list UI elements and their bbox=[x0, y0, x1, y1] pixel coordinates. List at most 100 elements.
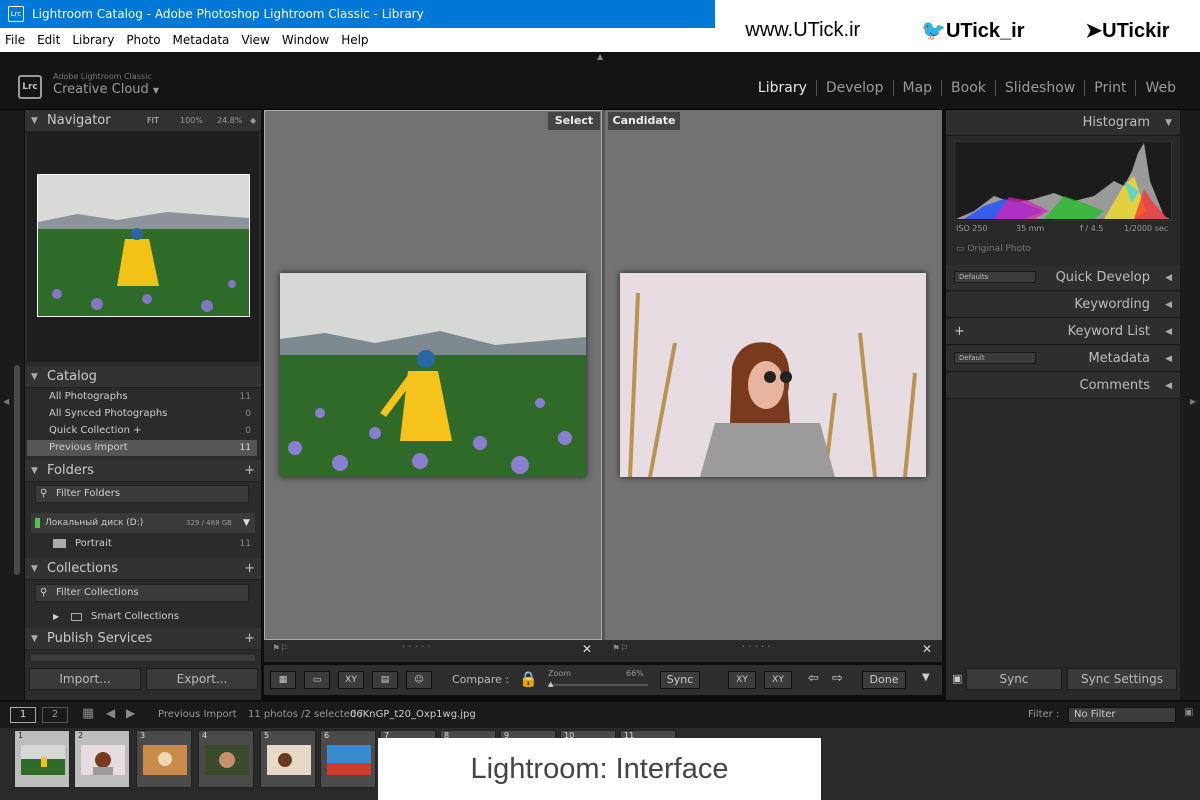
filmstrip-thumb[interactable]: 4 bbox=[198, 730, 254, 788]
expand-right-icon[interactable]: ▶ bbox=[1190, 397, 1196, 406]
filmstrip-thumb[interactable]: 2 bbox=[74, 730, 130, 788]
rating-dots[interactable]: · · · · · bbox=[402, 642, 431, 653]
smart-collections[interactable]: ▶ Smart Collections bbox=[27, 609, 257, 625]
candidate-photo[interactable] bbox=[620, 273, 926, 477]
keyword-list-header[interactable]: + Keyword List ◀ bbox=[946, 319, 1180, 345]
filmstrip-source[interactable]: Previous Import bbox=[158, 709, 237, 720]
people-view-icon[interactable]: ☺ bbox=[406, 671, 432, 689]
module-develop[interactable]: Develop bbox=[815, 80, 893, 96]
zoom-fit[interactable]: FIT bbox=[147, 110, 159, 132]
identity-cc[interactable]: Creative Cloud ▼ bbox=[53, 82, 159, 97]
menu-library[interactable]: Library bbox=[72, 33, 114, 47]
metadata-preset-select[interactable]: Default bbox=[954, 352, 1036, 364]
lock-icon[interactable]: 🔒 bbox=[519, 670, 538, 688]
publish-services-header[interactable]: ▼ Publish Services + bbox=[25, 628, 261, 650]
left-scrollbar[interactable] bbox=[14, 365, 20, 575]
loupe-view-icon[interactable]: ▭ bbox=[304, 671, 330, 689]
rating-dots[interactable]: · · · · · bbox=[742, 642, 771, 653]
lrc-logo: Lrc bbox=[18, 75, 42, 99]
forward-icon[interactable]: ▶ bbox=[126, 706, 135, 720]
add-publish-icon[interactable]: + bbox=[244, 628, 255, 650]
arrow-left-icon[interactable]: ⇦ bbox=[808, 671, 819, 686]
keywording-header[interactable]: Keywording ◀ bbox=[946, 292, 1180, 318]
toolbar-menu-icon[interactable]: ▼ bbox=[922, 672, 930, 683]
sync-settings-button[interactable]: Sync Settings bbox=[1067, 668, 1177, 690]
catalog-item-synced[interactable]: All Synced Photographs 0 bbox=[27, 406, 257, 422]
collapse-up-icon[interactable]: ▲ bbox=[597, 52, 603, 61]
top-panel-toggle[interactable]: ▲ bbox=[0, 52, 1200, 62]
grid-view-icon[interactable]: ▦ bbox=[270, 671, 296, 689]
catalog-item-all[interactable]: All Photographs 11 bbox=[27, 389, 257, 405]
catalog-item-previous-import[interactable]: Previous Import 11 bbox=[27, 440, 257, 456]
module-library[interactable]: Library bbox=[749, 80, 816, 96]
collapse-icon: ▼ bbox=[31, 634, 38, 644]
module-web[interactable]: Web bbox=[1135, 80, 1185, 96]
zoom-slider[interactable]: ▲ bbox=[548, 680, 648, 688]
done-button[interactable]: Done bbox=[862, 671, 906, 689]
zoom-dropdown-icon[interactable]: ◆ bbox=[250, 110, 256, 132]
back-icon[interactable]: ◀ bbox=[106, 706, 115, 720]
flag-icon[interactable]: ⚑⚐ bbox=[272, 644, 288, 654]
filmstrip-thumb[interactable]: 1 bbox=[14, 730, 70, 788]
menu-metadata[interactable]: Metadata bbox=[173, 33, 230, 47]
filter-folders-input[interactable]: ⚲ Filter Folders bbox=[35, 485, 249, 503]
swap-icon[interactable]: XY bbox=[728, 671, 756, 689]
preset-select[interactable]: Defaults bbox=[954, 271, 1036, 283]
module-print[interactable]: Print bbox=[1084, 80, 1135, 96]
catalog-header[interactable]: ▼ Catalog bbox=[25, 366, 261, 388]
menu-edit[interactable]: Edit bbox=[37, 33, 60, 47]
drive-row[interactable]: Локальный диск (D:) 329 / 488 GB ▼ bbox=[31, 513, 255, 533]
metadata-header[interactable]: Default Metadata ◀ bbox=[946, 346, 1180, 372]
add-folder-icon[interactable]: + bbox=[244, 460, 255, 482]
import-button[interactable]: Import... bbox=[29, 668, 141, 690]
folders-header[interactable]: ▼ Folders + bbox=[25, 460, 261, 482]
window-2-button[interactable]: 2 bbox=[42, 707, 68, 723]
add-keyword-icon[interactable]: + bbox=[954, 319, 965, 345]
zoom-248[interactable]: 24.8% bbox=[217, 110, 242, 132]
compare-view-icon[interactable]: XY bbox=[338, 671, 364, 689]
select-photo[interactable] bbox=[280, 273, 586, 477]
grid-icon[interactable]: ▦ bbox=[82, 706, 94, 721]
make-select-icon[interactable]: XY bbox=[764, 671, 792, 689]
navigator-preview-image[interactable] bbox=[37, 174, 250, 317]
drive-dropdown-icon[interactable]: ▼ bbox=[243, 513, 250, 533]
quick-develop-header[interactable]: Defaults Quick Develop ◀ bbox=[946, 265, 1180, 291]
menu-file[interactable]: File bbox=[5, 33, 25, 47]
close-select-icon[interactable]: ✕ bbox=[582, 642, 592, 656]
zoom-slider-handle[interactable]: ▲ bbox=[548, 680, 553, 688]
export-button[interactable]: Export... bbox=[146, 668, 258, 690]
window-1-button[interactable]: 1 bbox=[10, 707, 36, 723]
survey-view-icon[interactable]: ▤ bbox=[372, 671, 398, 689]
close-candidate-icon[interactable]: ✕ bbox=[922, 642, 932, 656]
filmstrip-filename[interactable]: 06KnGP_t20_Oxp1wg.jpg bbox=[350, 709, 476, 720]
collections-header[interactable]: ▼ Collections + bbox=[25, 558, 261, 580]
module-book[interactable]: Book bbox=[941, 80, 995, 96]
filmstrip-thumb[interactable]: 6 bbox=[320, 730, 376, 788]
menu-photo[interactable]: Photo bbox=[126, 33, 160, 47]
menu-view[interactable]: View bbox=[241, 33, 269, 47]
module-map[interactable]: Map bbox=[892, 80, 942, 96]
filmstrip-thumb[interactable]: 5 bbox=[260, 730, 316, 788]
sync-button[interactable]: Sync bbox=[966, 668, 1062, 690]
navigator-header[interactable]: ▼ Navigator FIT 100% 24.8% ◆ bbox=[25, 110, 261, 132]
module-slideshow[interactable]: Slideshow bbox=[994, 80, 1084, 96]
filter-collections-input[interactable]: ⚲ Filter Collections bbox=[35, 584, 249, 602]
arrow-right-icon[interactable]: ⇨ bbox=[832, 671, 843, 686]
catalog-item-quick[interactable]: Quick Collection +0 bbox=[27, 423, 257, 439]
filter-lock-icon[interactable]: ▣ bbox=[1184, 707, 1193, 718]
menu-help[interactable]: Help bbox=[341, 33, 368, 47]
add-collection-icon[interactable]: + bbox=[244, 558, 255, 580]
histogram-graph[interactable] bbox=[954, 141, 1172, 221]
menu-window[interactable]: Window bbox=[282, 33, 329, 47]
filmstrip-thumb[interactable]: 3 bbox=[136, 730, 192, 788]
filter-select[interactable]: No Filter bbox=[1068, 707, 1176, 723]
flag-icon[interactable]: ⚑⚐ bbox=[612, 644, 628, 654]
zoom-100[interactable]: 100% bbox=[180, 110, 203, 132]
comments-header[interactable]: Comments ◀ bbox=[946, 373, 1180, 399]
histogram-header[interactable]: Histogram ▼ bbox=[946, 110, 1180, 136]
sync-zoom-button[interactable]: Sync bbox=[660, 671, 700, 689]
original-photo-toggle[interactable]: ▭ Original Photo bbox=[956, 244, 1031, 254]
sync-toggle-icon[interactable]: ▣ bbox=[952, 672, 962, 685]
folder-portrait[interactable]: Portrait 11 bbox=[27, 536, 257, 552]
expand-left-icon[interactable]: ◀ bbox=[3, 397, 9, 406]
